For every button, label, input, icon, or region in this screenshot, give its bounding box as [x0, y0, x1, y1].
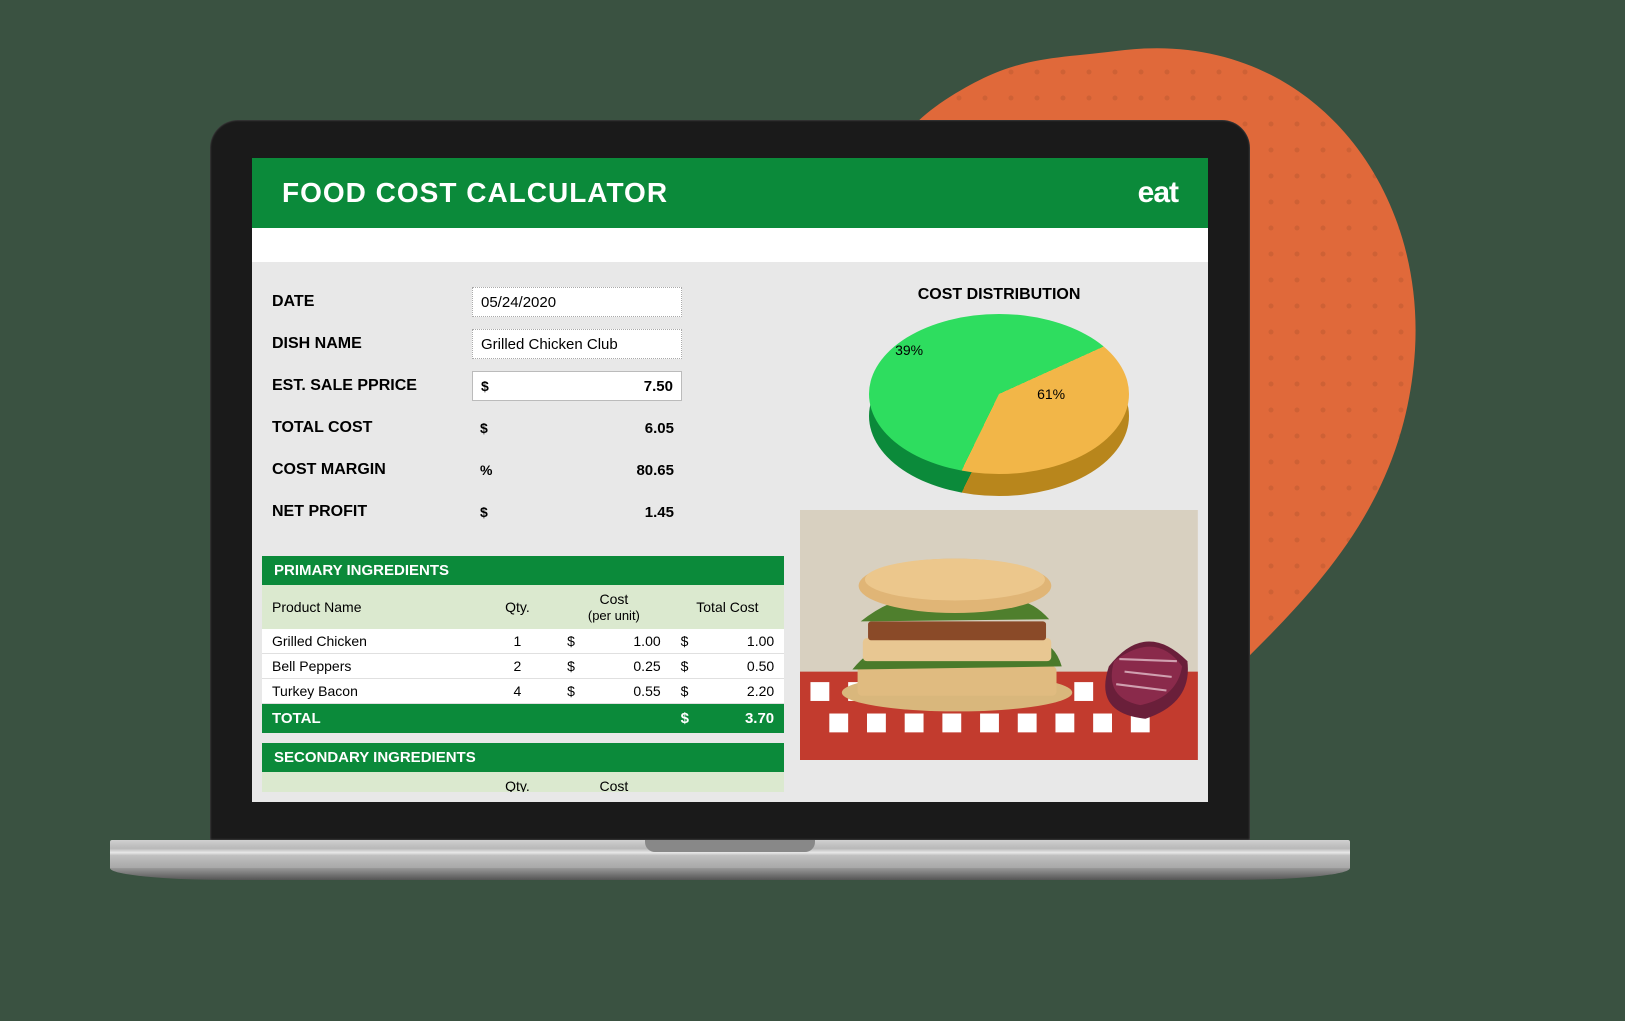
table-row[interactable]: Turkey Bacon 4 $0.55 $2.20 — [262, 679, 784, 704]
dish-name-label: DISH NAME — [272, 335, 472, 353]
net-profit-display: $ 1.45 — [472, 497, 682, 527]
cost-margin-value: 80.65 — [500, 462, 674, 479]
total-cost-display: $ 6.05 — [472, 413, 682, 443]
date-input[interactable]: 05/24/2020 — [472, 287, 682, 317]
col-qty: Qty. — [478, 772, 557, 792]
header-divider — [252, 228, 1208, 262]
laptop-bezel: FOOD COST CALCULATOR eat DATE 05/24/2020 — [210, 120, 1250, 840]
ingredient-total-cost: $1.00 — [671, 629, 785, 653]
total-cost-label: TOTAL COST — [272, 419, 472, 437]
table-row[interactable]: Bell Peppers 2 $0.25 $0.50 — [262, 654, 784, 679]
app-screen: FOOD COST CALCULATOR eat DATE 05/24/2020 — [252, 158, 1208, 802]
secondary-ingredients-columns: Qty. Cost — [262, 772, 784, 792]
col-qty: Qty. — [478, 593, 557, 621]
primary-ingredients-heading: PRIMARY INGREDIENTS — [262, 556, 784, 585]
secondary-ingredients-heading: SECONDARY INGREDIENTS — [262, 743, 784, 772]
summary-panel: DATE 05/24/2020 DISH NAME Grilled Chicke… — [262, 274, 784, 556]
sale-price-value: 7.50 — [501, 378, 673, 395]
laptop-mockup: FOOD COST CALCULATOR eat DATE 05/24/2020 — [150, 120, 1310, 950]
sale-price-label: EST. SALE PPRICE — [272, 377, 472, 395]
ingredient-name: Turkey Bacon — [262, 679, 478, 703]
col-unit-cost: Cost — [557, 772, 671, 792]
brand-logo: eat — [1138, 176, 1178, 210]
left-column: DATE 05/24/2020 DISH NAME Grilled Chicke… — [262, 274, 784, 792]
dish-name-value: Grilled Chicken Club — [481, 336, 673, 353]
col-total-cost: Total Cost — [671, 593, 785, 621]
primary-ingredients-columns: Product Name Qty. Cost (per unit) Total … — [262, 585, 784, 629]
col-product: Product Name — [262, 593, 478, 621]
primary-total-row: TOTAL $3.70 — [262, 704, 784, 733]
sale-price-input[interactable]: $ 7.50 — [472, 371, 682, 401]
ingredient-name: Bell Peppers — [262, 654, 478, 678]
date-value: 05/24/2020 — [481, 294, 673, 311]
pie-chart: 39% 61% — [800, 314, 1198, 494]
net-profit-unit: $ — [480, 504, 500, 520]
ingredient-qty: 1 — [478, 629, 557, 653]
ingredient-unit-cost: $0.55 — [557, 679, 671, 703]
table-row[interactable]: Grilled Chicken 1 $1.00 $1.00 — [262, 629, 784, 654]
ingredient-unit-cost: $1.00 — [557, 629, 671, 653]
total-label: TOTAL — [262, 704, 478, 733]
chart-title: COST DISTRIBUTION — [800, 286, 1198, 304]
date-label: DATE — [272, 293, 472, 311]
ingredient-total-cost: $2.20 — [671, 679, 785, 703]
net-profit-label: NET PROFIT — [272, 503, 472, 521]
total-cost-unit: $ — [480, 420, 500, 436]
net-profit-value: 1.45 — [500, 504, 674, 521]
col-unit-cost: Cost (per unit) — [557, 585, 671, 629]
total-cost-value: 6.05 — [500, 420, 674, 437]
ingredient-qty: 2 — [478, 654, 557, 678]
pie-slice-label-b: 61% — [1037, 386, 1065, 402]
cost-margin-unit: % — [480, 462, 500, 478]
sale-price-unit: $ — [481, 378, 501, 394]
dish-name-input[interactable]: Grilled Chicken Club — [472, 329, 682, 359]
pie-slice-label-a: 39% — [895, 342, 923, 358]
primary-ingredients-body: Grilled Chicken 1 $1.00 $1.00 Bell Peppe… — [262, 629, 784, 704]
ingredient-total-cost: $0.50 — [671, 654, 785, 678]
ingredient-qty: 4 — [478, 679, 557, 703]
app-header: FOOD COST CALCULATOR eat — [252, 158, 1208, 228]
cost-margin-display: % 80.65 — [472, 455, 682, 485]
primary-total-value: $3.70 — [671, 704, 785, 733]
cost-margin-label: COST MARGIN — [272, 461, 472, 479]
laptop-base — [110, 840, 1350, 900]
right-column: COST DISTRIBUTION 39% 61% — [800, 274, 1198, 792]
ingredient-name: Grilled Chicken — [262, 629, 478, 653]
ingredient-unit-cost: $0.25 — [557, 654, 671, 678]
app-title: FOOD COST CALCULATOR — [282, 177, 668, 209]
dish-photo — [800, 510, 1198, 760]
pie-face — [869, 314, 1129, 474]
main-content: DATE 05/24/2020 DISH NAME Grilled Chicke… — [252, 262, 1208, 792]
